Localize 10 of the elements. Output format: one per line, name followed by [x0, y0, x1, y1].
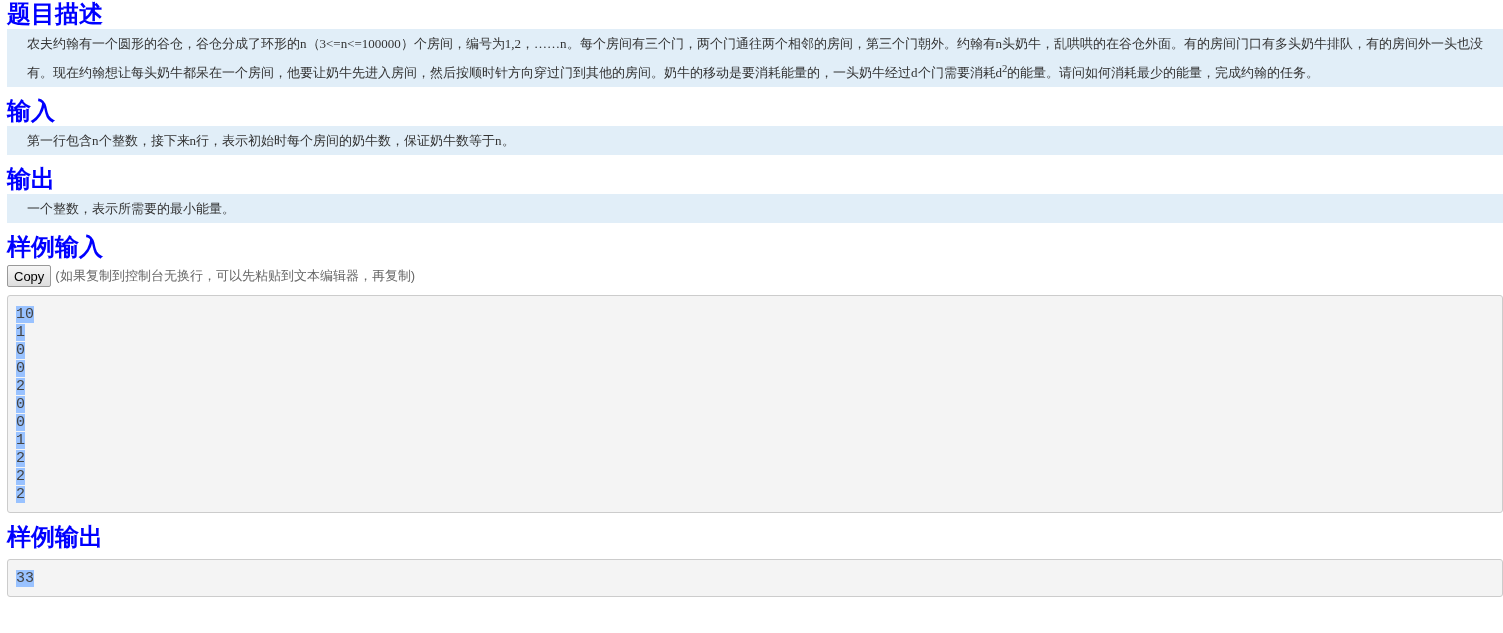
section-heading: 样例输出 — [7, 523, 103, 552]
section-heading: 样例输入 — [7, 233, 103, 262]
section-content: 第一行包含n个整数，接下来n行，表示初始时每个房间的奶牛数，保证奶牛数等于n。 — [7, 126, 1503, 156]
copy-button[interactable]: Copy — [7, 265, 52, 288]
section-heading: 输出 — [7, 165, 55, 194]
section-heading: 题目描述 — [7, 0, 103, 28]
copy-hint: (如果复制到控制台无换行，可以先粘贴到文本编辑器，再复制) — [55, 267, 416, 286]
section-content: 农夫约翰有一个圆形的谷仓，谷仓分成了环形的n（3<=n<=100000）个房间，编号为1,2，……n。每个房间有三个门，两个门通往两个相邻的房间，第三个门朝外。约翰有n头奶牛，乱哄哄的在谷仓外面。有的房间门口有多头奶牛排队，有的房间外一头也没有。现在约翰想让每头奶牛都呆在一个房间，他要让奶牛先进入房间，然后按顺时针方向穿过门到其他的房间。奶牛的移动是要消耗能量的，一头奶牛经过d个门需要消耗d$^{2}$的能量。请问如何消耗最少的能量，完成约翰的任务。 — [7, 29, 1503, 88]
section-heading: 输入 — [7, 97, 55, 126]
section-content: 一个整数，表示所需要的最小能量。 — [7, 194, 1503, 224]
